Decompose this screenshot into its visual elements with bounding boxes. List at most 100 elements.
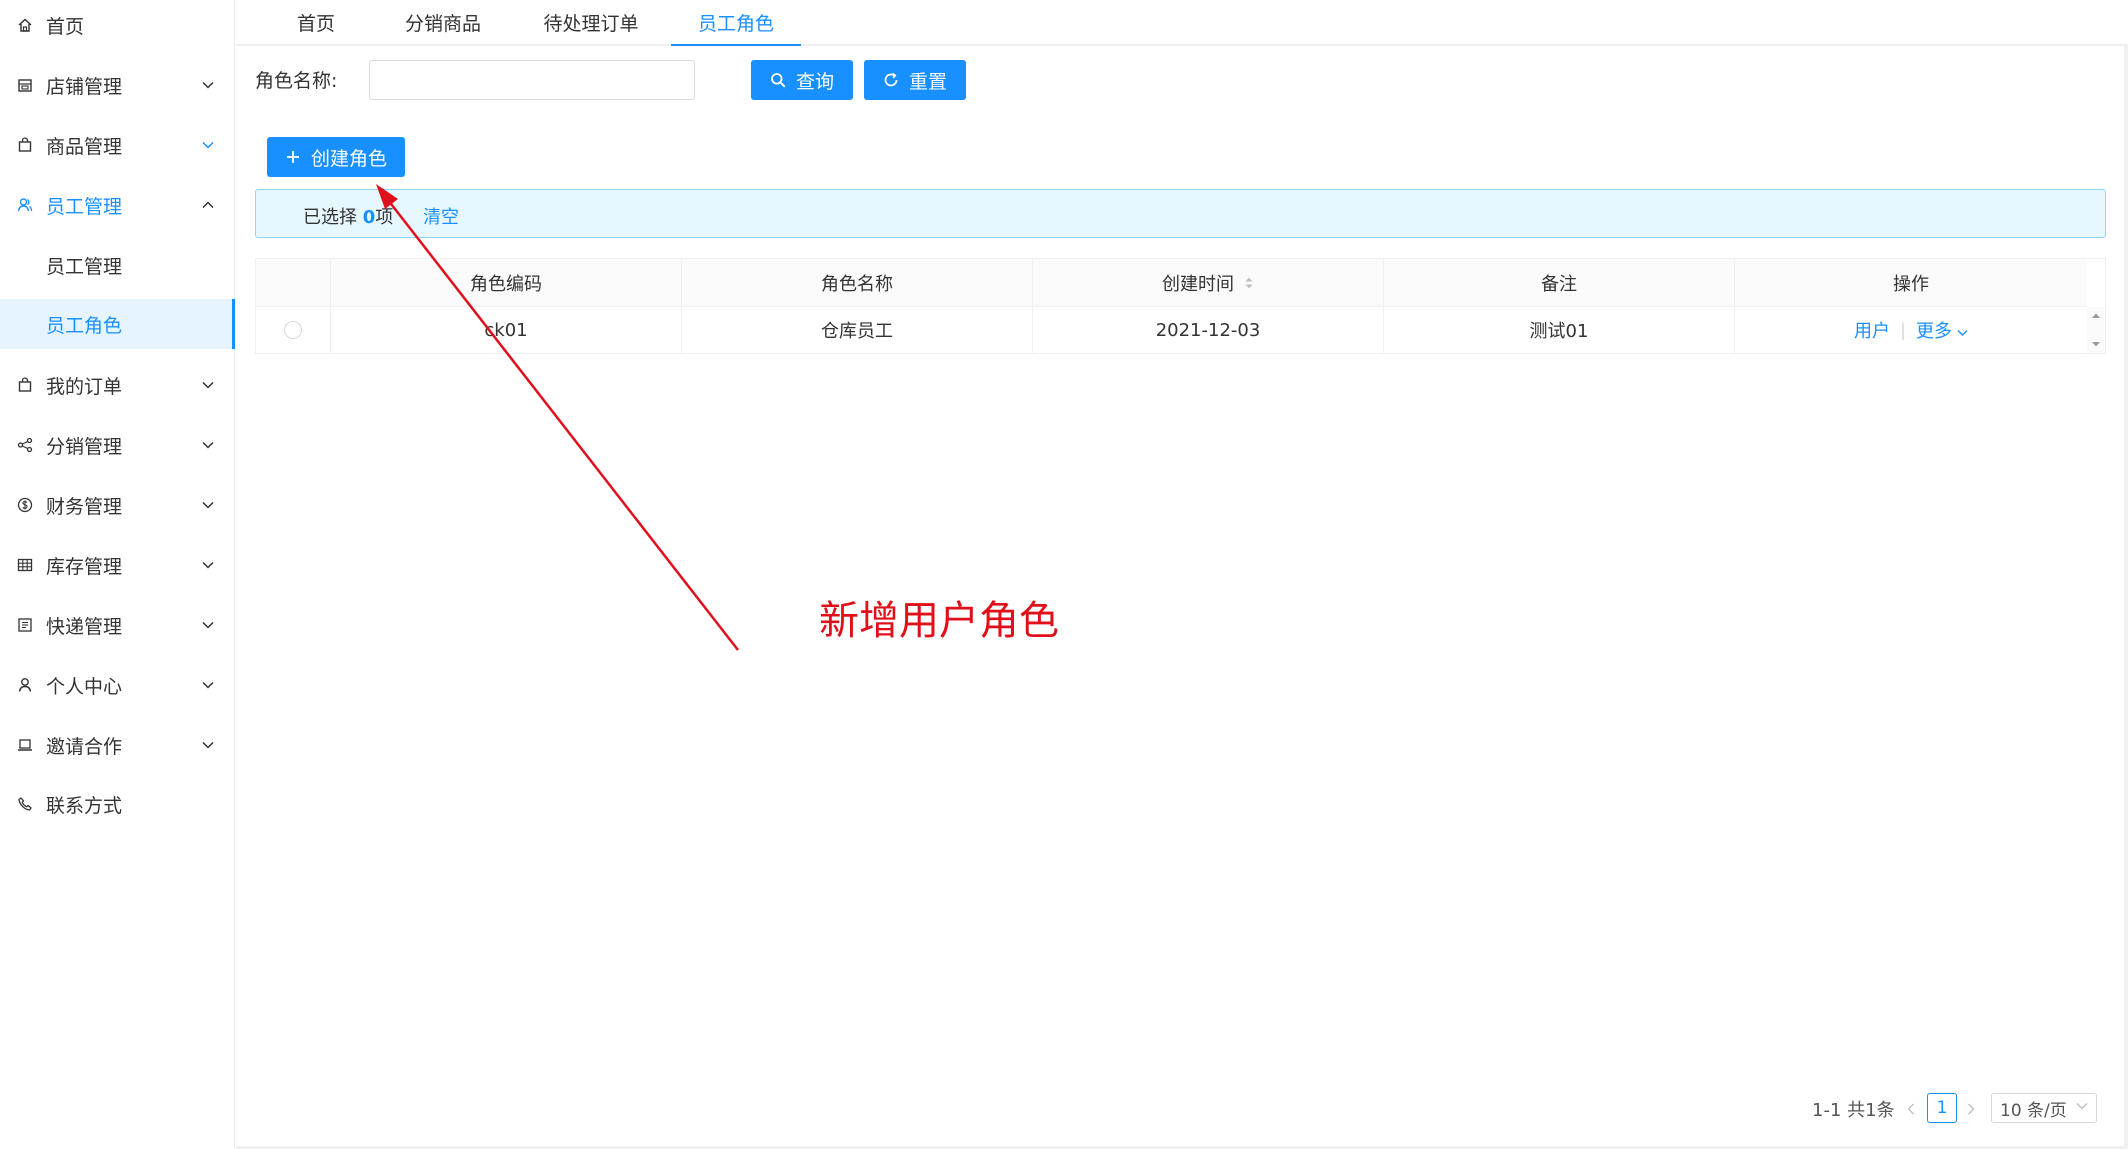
- selection-summary: 已选择 0项: [303, 203, 393, 229]
- cell-name: 仓库员工: [682, 307, 1033, 353]
- cell-remark: 测试01: [1384, 307, 1735, 353]
- sidebar-subitem-staff-roles[interactable]: 员工角色: [0, 299, 235, 349]
- scroll-up-icon: [2092, 313, 2100, 318]
- page-size-label: 10 条/页: [2000, 1100, 2067, 1121]
- tab-bar: 首页 分销商品 待处理订单 员工角色: [236, 0, 2128, 46]
- tab-staff-roles[interactable]: 员工角色: [671, 0, 801, 46]
- sidebar-item-label: 我的订单: [46, 375, 123, 398]
- row-select-cell: [256, 307, 331, 353]
- tab-distribution-goods[interactable]: 分销商品: [388, 0, 498, 44]
- chevron-down-icon: [1957, 330, 1968, 336]
- reload-icon: [884, 72, 898, 87]
- create-role-button[interactable]: 创建角色: [267, 137, 405, 177]
- reset-button[interactable]: 重置: [864, 60, 966, 100]
- sidebar-subitem-staff-manage[interactable]: 员工管理: [0, 240, 235, 290]
- column-header-code: 角色编码: [331, 259, 682, 306]
- sidebar-item-label: 员工管理: [46, 255, 123, 278]
- sidebar-item-shop[interactable]: 店铺管理: [0, 60, 235, 110]
- chevron-down-icon: [201, 138, 215, 152]
- chevron-down-icon: [201, 738, 215, 752]
- tab-label: 待处理订单: [543, 12, 639, 35]
- order-bag-icon: [16, 376, 34, 394]
- sidebar-item-profile[interactable]: 个人中心: [0, 660, 235, 710]
- chevron-right-icon: [1968, 1103, 1975, 1115]
- select-all-cell: [256, 259, 331, 306]
- sidebar-item-finance[interactable]: 财务管理: [0, 480, 235, 530]
- sidebar-item-home[interactable]: 首页: [0, 0, 235, 50]
- more-actions-label: 更多: [1916, 321, 1953, 342]
- page-right-border: [2124, 46, 2128, 1149]
- sidebar-item-express[interactable]: 快递管理: [0, 600, 235, 650]
- annotation-text: 新增用户角色: [819, 598, 1059, 644]
- tab-home[interactable]: 首页: [280, 0, 352, 44]
- sidebar-item-label: 快递管理: [46, 615, 123, 638]
- table-header: 角色编码 角色名称 创建时间 备注 操作: [256, 259, 2087, 307]
- staff-icon: [16, 196, 34, 214]
- sidebar-item-inventory[interactable]: 库存管理: [0, 540, 235, 590]
- phone-icon: [16, 795, 34, 813]
- shop-icon: [16, 76, 34, 94]
- page-size-select[interactable]: 10 条/页: [1991, 1093, 2097, 1123]
- sidebar-item-label: 财务管理: [46, 495, 123, 518]
- sort-icon: [1245, 277, 1253, 288]
- sidebar-item-label: 邀请合作: [46, 735, 123, 758]
- create-role-label: 创建角色: [310, 147, 387, 170]
- table-scrollbar[interactable]: [2087, 307, 2105, 353]
- table-row: ck01 仓库员工 2021-12-03 测试01 用户 | 更多: [256, 307, 2087, 353]
- dollar-icon: [16, 496, 34, 514]
- selection-alert: 已选择 0项 清空: [255, 189, 2106, 238]
- sidebar-item-invite[interactable]: 邀请合作: [0, 720, 235, 770]
- cell-code: ck01: [331, 307, 682, 353]
- reset-button-label: 重置: [908, 70, 947, 93]
- chevron-left-icon: [1907, 1103, 1914, 1115]
- scroll-down-icon: [2092, 342, 2100, 347]
- sidebar-item-staff[interactable]: 员工管理: [0, 180, 235, 230]
- page-number-button[interactable]: 1: [1927, 1093, 1957, 1123]
- row-radio[interactable]: [284, 321, 302, 339]
- sidebar-item-distribution[interactable]: 分销管理: [0, 420, 235, 470]
- grid-icon: [16, 556, 34, 574]
- pagination-total: 1-1 共1条: [1812, 1100, 1895, 1121]
- sidebar-item-label: 个人中心: [46, 675, 123, 698]
- column-header-created-label: 创建时间: [1162, 273, 1234, 295]
- search-icon: [771, 73, 786, 88]
- column-header-remark: 备注: [1384, 259, 1735, 306]
- query-button-label: 查询: [795, 70, 834, 93]
- column-header-actions: 操作: [1893, 273, 1929, 295]
- sidebar-item-label: 分销管理: [46, 435, 123, 458]
- role-name-label: 角色名称:: [255, 70, 338, 92]
- action-divider: |: [1899, 319, 1907, 341]
- sidebar-item-contact[interactable]: 联系方式: [0, 779, 235, 829]
- sidebar-item-label: 库存管理: [46, 555, 123, 578]
- users-action-link[interactable]: 用户: [1854, 317, 1890, 343]
- chevron-down-icon: [201, 378, 215, 392]
- sidebar-item-label: 员工管理: [46, 195, 123, 218]
- clear-selection-link[interactable]: 清空: [423, 203, 459, 229]
- chevron-down-icon: [201, 498, 215, 512]
- sidebar: 首页 店铺管理 商品管理 员工管理 员工管理 员工角色 我的订单 分销管理 财务…: [0, 0, 235, 1149]
- share-icon: [16, 436, 34, 454]
- role-name-input[interactable]: [369, 60, 695, 100]
- more-actions-dropdown[interactable]: 更多: [1916, 317, 1968, 343]
- tab-label: 员工角色: [697, 12, 774, 35]
- chevron-down-icon: [201, 618, 215, 632]
- query-button[interactable]: 查询: [751, 60, 853, 100]
- user-icon: [16, 676, 34, 694]
- tab-pending-orders[interactable]: 待处理订单: [528, 0, 654, 44]
- sidebar-item-label: 商品管理: [46, 135, 123, 158]
- tab-label: 首页: [296, 12, 335, 35]
- chevron-down-icon: [2076, 1103, 2088, 1110]
- column-header-created[interactable]: 创建时间: [1033, 259, 1384, 306]
- sidebar-item-label: 首页: [46, 15, 85, 38]
- next-page-button[interactable]: [1961, 1097, 1981, 1121]
- tab-label: 分销商品: [404, 12, 481, 35]
- selection-count: 0: [362, 207, 376, 228]
- selection-suffix: 项: [375, 207, 394, 228]
- prev-page-button[interactable]: [1901, 1097, 1921, 1121]
- sidebar-item-products[interactable]: 商品管理: [0, 120, 235, 170]
- cell-actions: 用户 | 更多: [1735, 307, 2087, 353]
- chevron-down-icon: [201, 558, 215, 572]
- column-header-name: 角色名称: [682, 259, 1033, 306]
- chevron-down-icon: [201, 78, 215, 92]
- sidebar-item-orders[interactable]: 我的订单: [0, 360, 235, 410]
